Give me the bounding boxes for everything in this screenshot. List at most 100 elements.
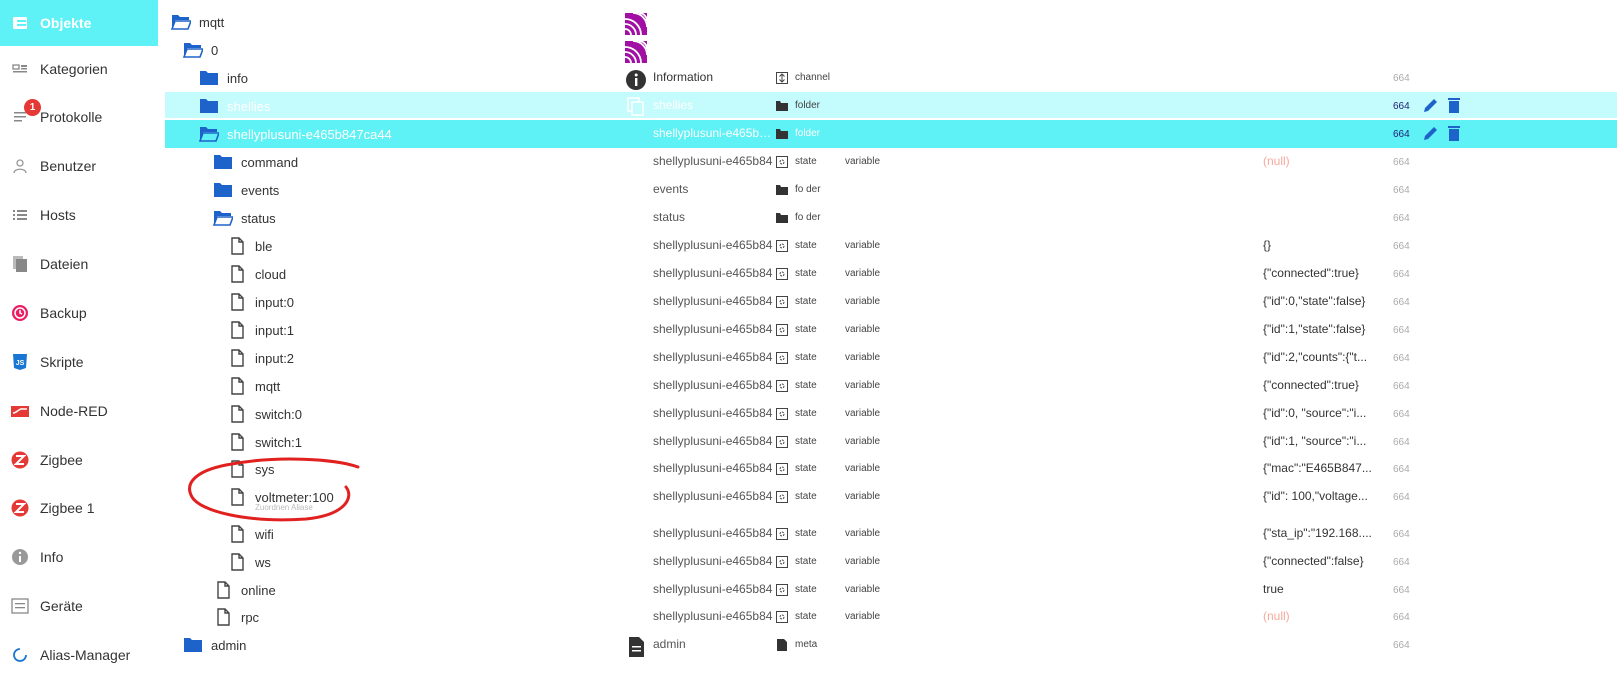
sidebar-item-label: Objekte (40, 15, 92, 31)
folder-icon[interactable] (213, 181, 233, 199)
sidebar-item-zigbee[interactable]: Zigbee (0, 437, 158, 483)
tree-row[interactable]: status status fo der 664 (165, 204, 1617, 232)
object-value[interactable]: (null) (1263, 154, 1383, 168)
object-type: folder (795, 100, 821, 111)
sidebar-item-kategorien[interactable]: Kategorien (0, 46, 158, 92)
folder-open-icon[interactable] (198, 125, 221, 143)
object-id-label: 0 (211, 43, 219, 58)
object-value[interactable]: {"id":1, "source":"i... (1263, 434, 1383, 448)
tree-row[interactable]: events events fo der 664 (165, 176, 1617, 204)
object-value[interactable]: {"id": 100,"voltage... (1263, 489, 1383, 503)
object-value[interactable]: {"id":2,"counts":{"t... (1263, 350, 1383, 364)
edit-icon[interactable] (1422, 96, 1440, 114)
object-value[interactable]: {"connected":false} (1263, 554, 1383, 568)
folder-icon[interactable] (183, 636, 203, 654)
folder-small-icon (776, 184, 788, 196)
file-icon[interactable] (227, 405, 247, 423)
tree-row[interactable]: admin admin meta 664 (165, 631, 1617, 659)
file-icon[interactable] (227, 488, 247, 506)
tree-row[interactable]: input:1 shellyplusuni-e465b84 state variabl… (165, 316, 1617, 344)
tree-row[interactable]: wifi shellyplusuni-e465b84 state variable {"… (165, 520, 1617, 548)
tree-row[interactable]: rpc shellyplusuni-e465b84 state variable (nu… (165, 603, 1617, 631)
sidebar-item-objekte[interactable]: Objekte (0, 0, 158, 46)
file-icon[interactable] (227, 525, 247, 543)
file-icon[interactable] (213, 608, 233, 626)
common-name: shellyplusuni-e465b84 (653, 350, 773, 364)
object-value[interactable]: {"id":0,"state":false} (1263, 294, 1383, 308)
sidebar-item-skripte[interactable]: JS Skripte (0, 339, 158, 385)
object-id-label: ws (255, 555, 271, 570)
sidebar-item-protokolle[interactable]: Protokolle 1 (0, 94, 158, 140)
delete-icon[interactable] (1445, 96, 1463, 114)
edit-icon[interactable] (1422, 124, 1440, 142)
object-id-label: input:1 (255, 323, 295, 338)
state-icon (776, 324, 788, 336)
folder-icon[interactable] (213, 153, 233, 171)
object-value[interactable]: {} (1263, 238, 1383, 252)
sidebar-item-benutzer[interactable]: Benutzer (0, 143, 158, 189)
sidebar-item-label: Zigbee 1 (40, 500, 95, 516)
sidebar-item-ger-te[interactable]: Geräte (0, 583, 158, 629)
object-value[interactable]: {"mac":"E465B847... (1263, 461, 1383, 475)
tree-row[interactable]: mqtt shellyplusuni-e465b84 state variable {"… (165, 372, 1617, 400)
sidebar-item-backup[interactable]: Backup (0, 290, 158, 336)
object-value[interactable]: {"id":1,"state":false} (1263, 322, 1383, 336)
tree-row[interactable]: mqtt (165, 8, 1617, 36)
sidebar-item-hosts[interactable]: Hosts (0, 192, 158, 238)
folder-icon[interactable] (199, 69, 219, 87)
tree-row[interactable]: input:2 shellyplusuni-e465b84 state variabl… (165, 344, 1617, 372)
tree-row[interactable]: voltmeter:100 Zuordnen Aliase shellyplusun… (165, 483, 1617, 512)
object-value[interactable]: {"connected":true} (1263, 266, 1383, 280)
object-value[interactable]: true (1263, 582, 1383, 596)
object-type: state (795, 240, 817, 251)
tree-row[interactable]: ws shellyplusuni-e465b84 state variable {"co… (165, 548, 1617, 576)
acl-permission: 664 (1393, 73, 1410, 84)
file-icon[interactable] (213, 581, 233, 599)
tree-row[interactable]: ble shellyplusuni-e465b84 state variable {} 6… (165, 232, 1617, 260)
acl-permission: 664 (1393, 185, 1410, 196)
object-value[interactable]: {"id":0, "source":"i... (1263, 406, 1383, 420)
object-role: variable (845, 584, 881, 595)
object-id-label: info (227, 71, 248, 86)
folder-open-icon[interactable] (212, 209, 235, 227)
file-icon[interactable] (227, 349, 247, 367)
object-value[interactable]: {"connected":true} (1263, 378, 1383, 392)
folder-open-icon[interactable] (170, 13, 193, 31)
file-icon[interactable] (227, 553, 247, 571)
file-icon[interactable] (227, 460, 247, 478)
tree-row[interactable]: cloud shellyplusuni-e465b84 state variable {… (165, 260, 1617, 288)
file-icon[interactable] (227, 321, 247, 339)
file-icon[interactable] (227, 377, 247, 395)
file-icon[interactable] (227, 265, 247, 283)
acl-permission: 664 (1393, 585, 1410, 596)
tree-row[interactable]: sys shellyplusuni-e465b84 state variable {"m… (165, 455, 1617, 483)
sidebar-item-dateien[interactable]: Dateien (0, 241, 158, 287)
object-value[interactable]: {"sta_ip":"192.168.... (1263, 526, 1383, 540)
objects-icon (11, 14, 29, 32)
sidebar-item-node-red[interactable]: Node-RED (0, 388, 158, 434)
tree-row[interactable]: info Information channel 664 (165, 64, 1617, 92)
file-icon[interactable] (227, 293, 247, 311)
object-type: meta (795, 639, 818, 650)
tree-row[interactable]: switch:1 shellyplusuni-e465b84 state variab… (165, 428, 1617, 456)
tree-row[interactable]: shellies shellies folder 664 (165, 92, 1617, 118)
tree-row[interactable]: shellyplusuni-e465b847ca44 shellyplusuni-… (165, 120, 1617, 148)
tree-row[interactable]: command shellyplusuni-e465b84 state variabl… (165, 148, 1617, 176)
tree-row[interactable]: input:0 shellyplusuni-e465b84 state variabl… (165, 288, 1617, 316)
sidebar-item-alias-manager[interactable]: Alias-Manager (0, 632, 158, 678)
sidebar-item-info[interactable]: Info (0, 534, 158, 580)
tree-row[interactable]: 0 (165, 36, 1617, 64)
object-value[interactable]: (null) (1263, 609, 1383, 623)
folder-icon[interactable] (199, 97, 219, 115)
folder-open-icon[interactable] (182, 41, 205, 59)
tree-row[interactable]: online shellyplusuni-e465b84 state variable… (165, 576, 1617, 604)
file-icon[interactable] (227, 433, 247, 451)
object-type: fo der (795, 184, 821, 195)
object-role: variable (845, 611, 881, 622)
common-name: shellyplusuni-e465b84 (653, 582, 773, 596)
file-icon[interactable] (227, 237, 247, 255)
tree-row[interactable]: switch:0 shellyplusuni-e465b84 state variab… (165, 400, 1617, 428)
delete-icon[interactable] (1445, 124, 1463, 142)
sidebar-item-zigbee-1[interactable]: Zigbee 1 (0, 485, 158, 531)
state-icon (776, 408, 788, 420)
